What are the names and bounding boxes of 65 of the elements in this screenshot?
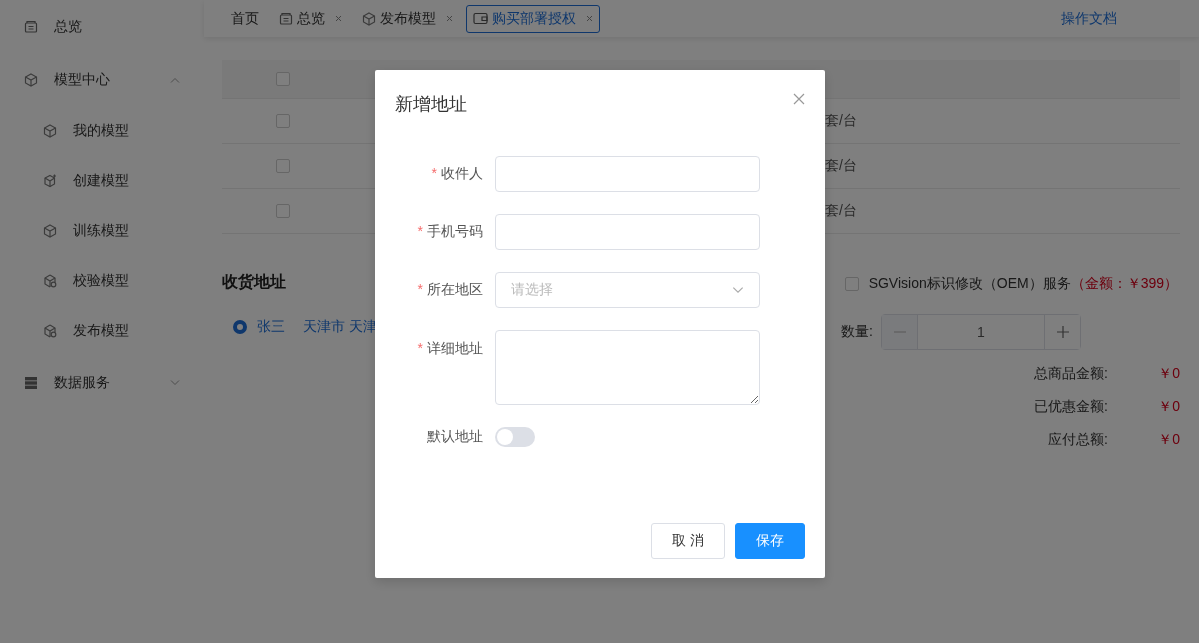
database-icon bbox=[24, 375, 38, 390]
cube-icon bbox=[43, 224, 57, 238]
oem-service-label: SGVision标识修改（OEM）服务（金额：￥399） bbox=[868, 275, 1178, 293]
tab[interactable]: 首页 bbox=[224, 4, 266, 33]
help-link[interactable]: 操作文档 bbox=[1061, 9, 1117, 28]
checkbox[interactable] bbox=[276, 114, 290, 128]
close-icon[interactable] bbox=[335, 15, 342, 22]
address-text: 天津市 天津 bbox=[303, 318, 377, 336]
section-title: 收货地址 bbox=[222, 272, 286, 293]
total-label: 已优惠金额: bbox=[1034, 397, 1108, 416]
cube-icon bbox=[43, 124, 57, 138]
cube-icon bbox=[362, 11, 376, 26]
total-label: 总商品金额: bbox=[1034, 364, 1108, 383]
field-label: * 收件人 bbox=[430, 165, 483, 183]
cube-badge-icon bbox=[43, 324, 57, 338]
field-label: * 手机号码 bbox=[416, 223, 483, 241]
table-cell: 套/台 bbox=[825, 202, 857, 220]
close-icon[interactable] bbox=[586, 15, 593, 22]
checkbox[interactable] bbox=[844, 277, 859, 291]
sidebar-item[interactable]: 校验模型 bbox=[0, 256, 204, 306]
table-cell: 套/台 bbox=[825, 112, 857, 130]
increment-button[interactable] bbox=[1044, 315, 1080, 349]
checkbox[interactable] bbox=[276, 159, 290, 173]
field-label: * 详细地址 bbox=[416, 340, 483, 358]
quantity-label: 数量: bbox=[841, 323, 873, 341]
sidebar-item[interactable]: 训练模型 bbox=[0, 206, 204, 256]
total-value: ￥0 bbox=[1157, 430, 1180, 449]
text-field[interactable] bbox=[495, 214, 760, 250]
total-label: 应付总额: bbox=[1048, 430, 1108, 449]
sidebar-item[interactable]: 数据服务 bbox=[0, 356, 204, 409]
tab[interactable]: 发布模型 bbox=[355, 4, 460, 33]
sidebar-item[interactable]: 总览 bbox=[0, 0, 204, 53]
dialog-title: 新增地址 bbox=[395, 93, 467, 116]
plus-icon bbox=[1055, 325, 1070, 339]
total-value: ￥0 bbox=[1157, 397, 1180, 416]
field-label: 默认地址 bbox=[426, 428, 483, 446]
quantity-stepper[interactable]: 1 bbox=[881, 314, 1081, 350]
close-icon[interactable] bbox=[793, 93, 805, 105]
tab[interactable]: 购买部署授权 bbox=[466, 4, 600, 33]
checkbox[interactable] bbox=[276, 72, 290, 86]
close-icon[interactable] bbox=[446, 15, 453, 22]
text-area-field[interactable] bbox=[495, 330, 760, 405]
chevron-icon bbox=[732, 286, 744, 294]
checkbox[interactable] bbox=[276, 204, 290, 218]
document-icon bbox=[279, 11, 293, 26]
table-cell: 套/台 bbox=[825, 157, 857, 175]
sidebar-item[interactable]: 创建模型 bbox=[0, 156, 204, 206]
sidebar-item[interactable]: 发布模型 bbox=[0, 306, 204, 356]
sidebar-item[interactable]: 模型中心 bbox=[0, 53, 204, 106]
cube-icon bbox=[24, 72, 38, 87]
document-icon bbox=[24, 19, 38, 34]
text-field[interactable] bbox=[495, 156, 760, 192]
cube-badge-icon bbox=[43, 274, 57, 288]
quantity-value: 1 bbox=[976, 323, 986, 342]
toggle-switch[interactable] bbox=[495, 427, 535, 447]
radio-button[interactable] bbox=[233, 320, 247, 334]
total-value: ￥0 bbox=[1157, 364, 1180, 383]
cube-plus-icon bbox=[43, 174, 57, 188]
sidebar-item[interactable]: 我的模型 bbox=[0, 106, 204, 156]
tab[interactable]: 总览 bbox=[272, 4, 349, 33]
wallet-icon bbox=[473, 12, 488, 25]
cancel-button[interactable]: 取 消 bbox=[651, 523, 725, 559]
field-label: * 所在地区 bbox=[416, 281, 483, 299]
save-button[interactable]: 保存 bbox=[735, 523, 805, 559]
recipient-name: 张三 bbox=[257, 318, 285, 336]
